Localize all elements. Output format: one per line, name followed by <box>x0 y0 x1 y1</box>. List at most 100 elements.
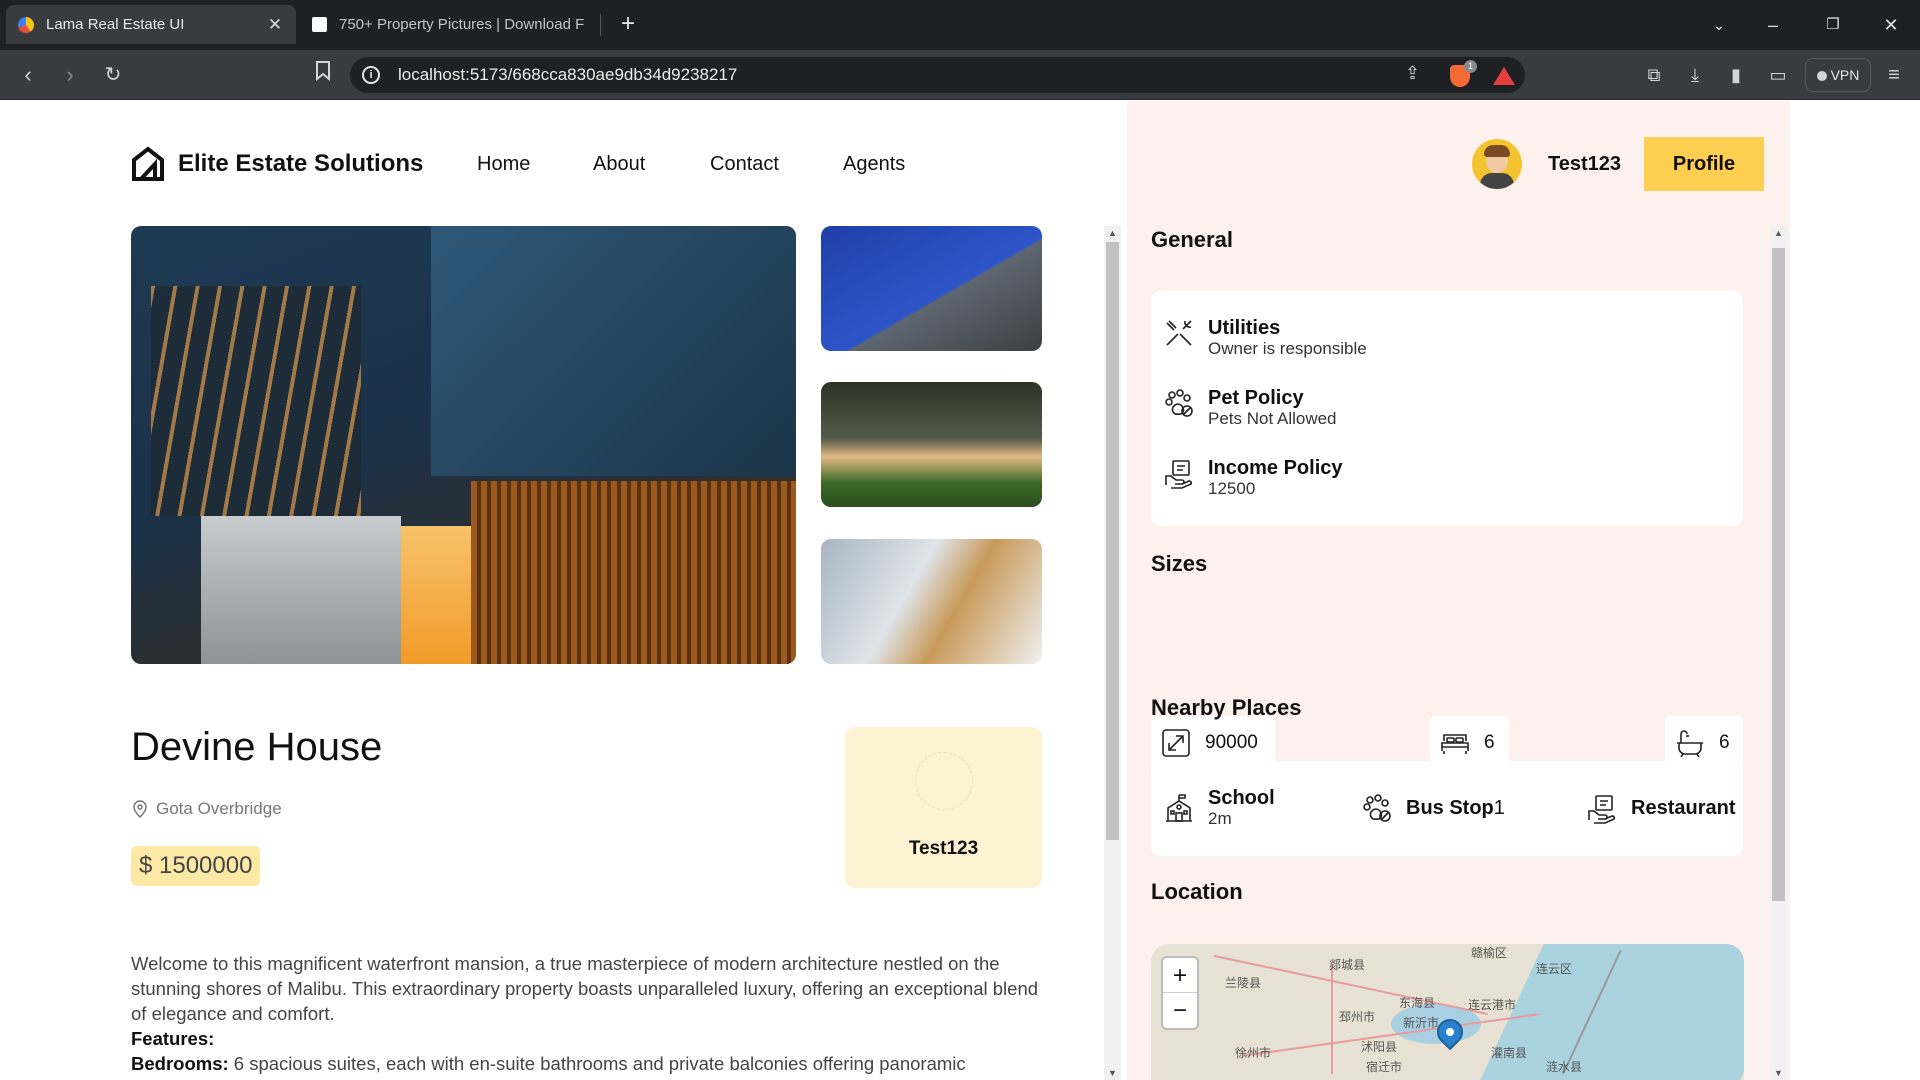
right-scrollbar-thumb[interactable] <box>1772 248 1785 901</box>
sizes-title: Sizes <box>1151 551 1208 576</box>
close-window-button[interactable]: ✕ <box>1866 0 1916 50</box>
utilities-value: Owner is responsible <box>1208 339 1367 358</box>
site-info-icon[interactable]: i <box>362 66 380 84</box>
browser-toolbar: ‹ › ↻ i localhost:5173/668cca830ae9db34d… <box>0 50 1920 100</box>
pet-policy-title: Pet Policy <box>1208 387 1304 409</box>
income-policy-item: Income Policy 12500 <box>1163 457 1343 499</box>
left-scrollbar-thumb[interactable] <box>1106 242 1119 840</box>
browser-tab-bar: Lama Real Estate UI ✕ 750+ Property Pict… <box>0 0 1920 50</box>
download-icon[interactable]: ⤓ <box>1679 59 1711 91</box>
map-label: 郯城县 <box>1329 958 1366 972</box>
favicon-icon <box>18 16 34 33</box>
property-address: Gota Overbridge <box>133 799 282 819</box>
pet-policy-item: Pet Policy Pets Not Allowed <box>1163 387 1337 429</box>
school-icon <box>1166 794 1192 822</box>
user-info[interactable]: Test123 <box>1472 139 1621 189</box>
school-distance: 2m <box>1208 809 1232 828</box>
income-icon <box>1165 460 1193 489</box>
minimize-button[interactable]: – <box>1748 0 1798 50</box>
area-value: 90000 <box>1205 732 1258 753</box>
right-scrollbar[interactable]: ▲ ▼ <box>1770 226 1787 1080</box>
general-card: Utilities Owner is responsible Pet Polic… <box>1151 291 1743 526</box>
avatar[interactable] <box>1472 139 1522 189</box>
close-tab-icon[interactable]: ✕ <box>266 15 284 35</box>
bus-stop-title: Bus Stop <box>1406 797 1494 819</box>
map-label: 兰陵县 <box>1225 976 1262 990</box>
thumbnail-image-1[interactable] <box>821 226 1042 351</box>
description-intro: Welcome to this magnificent waterfront m… <box>131 953 1039 1024</box>
map-label: 涟水县 <box>1546 1060 1583 1074</box>
bed-icon <box>1441 734 1469 754</box>
tab-separator <box>600 14 601 36</box>
page: Elite Estate Solutions Home About Contac… <box>0 101 1920 1080</box>
zoom-out-button[interactable]: − <box>1163 993 1197 1028</box>
url-text[interactable]: localhost:5173/668cca830ae9db34d9238217 <box>398 65 737 85</box>
map-label: 灌南县 <box>1491 1046 1528 1060</box>
general-title: General <box>1151 227 1233 252</box>
income-policy-title: Income Policy <box>1208 457 1343 479</box>
vpn-button[interactable]: VPN <box>1805 58 1871 92</box>
pet-policy-value: Pets Not Allowed <box>1208 409 1337 428</box>
map-label: 邳州市 <box>1339 1010 1376 1024</box>
map-label: 徐州市 <box>1235 1046 1272 1060</box>
profile-button[interactable]: Profile <box>1644 137 1764 191</box>
zoom-in-button[interactable]: + <box>1163 958 1197 993</box>
nearby-title: Nearby Places <box>1151 695 1302 720</box>
map-zoom-control: + − <box>1161 956 1199 1030</box>
bathtub-icon <box>1677 730 1703 757</box>
nearby-school: School 2m <box>1163 787 1275 829</box>
area-icon <box>1162 729 1190 757</box>
tab-lama-real-estate[interactable]: Lama Real Estate UI ✕ <box>6 5 296 44</box>
restaurant-icon <box>1588 795 1616 824</box>
utilities-title: Utilities <box>1208 317 1281 339</box>
nav-contact[interactable]: Contact <box>710 153 779 176</box>
map-label: 东海县 <box>1399 996 1436 1010</box>
wallet-icon[interactable]: ▭ <box>1762 59 1794 91</box>
shields-count-badge: 1 <box>1464 60 1477 73</box>
brand-name: Elite Estate Solutions <box>178 150 424 177</box>
nav-about[interactable]: About <box>593 153 645 176</box>
map-label: 赣榆区 <box>1471 946 1508 960</box>
new-tab-button[interactable]: + <box>612 8 644 40</box>
back-button[interactable]: ‹ <box>12 59 44 91</box>
restore-button[interactable]: ❐ <box>1808 0 1858 50</box>
thumbnail-image-3[interactable] <box>821 539 1042 664</box>
bus-icon <box>1363 794 1391 822</box>
brave-rewards-icon[interactable] <box>1493 67 1515 85</box>
map-label: 新沂市 <box>1403 1016 1440 1030</box>
owner-card[interactable]: Test123 <box>845 727 1042 888</box>
restaurant-title: Restaurant <box>1631 797 1736 819</box>
map-label: 连云港市 <box>1468 998 1517 1012</box>
location-map[interactable]: 赣榆区 连云区 东海县 连云港市 邳州市 新沂市 灌南县 徐州市 宿迁市 涟水县… <box>1151 944 1744 1080</box>
reload-button[interactable]: ↻ <box>97 59 129 91</box>
nav-agents[interactable]: Agents <box>843 153 905 176</box>
share-icon[interactable]: ⇪ <box>1405 63 1420 84</box>
tab-search-chevron-down-icon[interactable]: ⌄ <box>1694 0 1744 50</box>
menu-icon[interactable]: ≡ <box>1878 59 1910 91</box>
forward-button[interactable]: › <box>54 59 86 91</box>
map-label: 沭阳县 <box>1361 1040 1398 1054</box>
price-badge: $ 1500000 <box>131 846 261 886</box>
brand-logo[interactable]: Elite Estate Solutions <box>130 146 423 182</box>
left-scrollbar[interactable]: ▲ ▼ <box>1104 226 1121 1080</box>
vpn-label: VPN <box>1830 67 1860 83</box>
main-property-image[interactable] <box>131 226 796 664</box>
tab-property-pictures[interactable]: 750+ Property Pictures | Download F <box>300 5 600 44</box>
property-title: Devine House <box>131 725 383 769</box>
logo-icon <box>132 146 164 181</box>
sidebar-icon[interactable]: ▮ <box>1720 59 1752 91</box>
map-label: 宿迁市 <box>1366 1060 1403 1074</box>
nav-home[interactable]: Home <box>477 153 530 176</box>
bookmark-icon[interactable] <box>307 59 339 91</box>
bedrooms-label: Bedrooms: <box>131 1053 229 1074</box>
thumbnail-image-2[interactable] <box>821 382 1042 507</box>
school-title: School <box>1208 787 1275 809</box>
unsplash-favicon-icon <box>312 17 327 32</box>
utilities-icon <box>1166 320 1192 346</box>
features-label: Features: <box>131 1028 215 1049</box>
address-bar[interactable]: i localhost:5173/668cca830ae9db34d923821… <box>350 57 1525 93</box>
extensions-icon[interactable]: ⧉ <box>1638 59 1670 91</box>
nearby-restaurant: Restaurant <box>1586 792 1735 824</box>
owner-avatar <box>915 752 973 810</box>
bedrooms-value: 6 <box>1484 732 1495 753</box>
